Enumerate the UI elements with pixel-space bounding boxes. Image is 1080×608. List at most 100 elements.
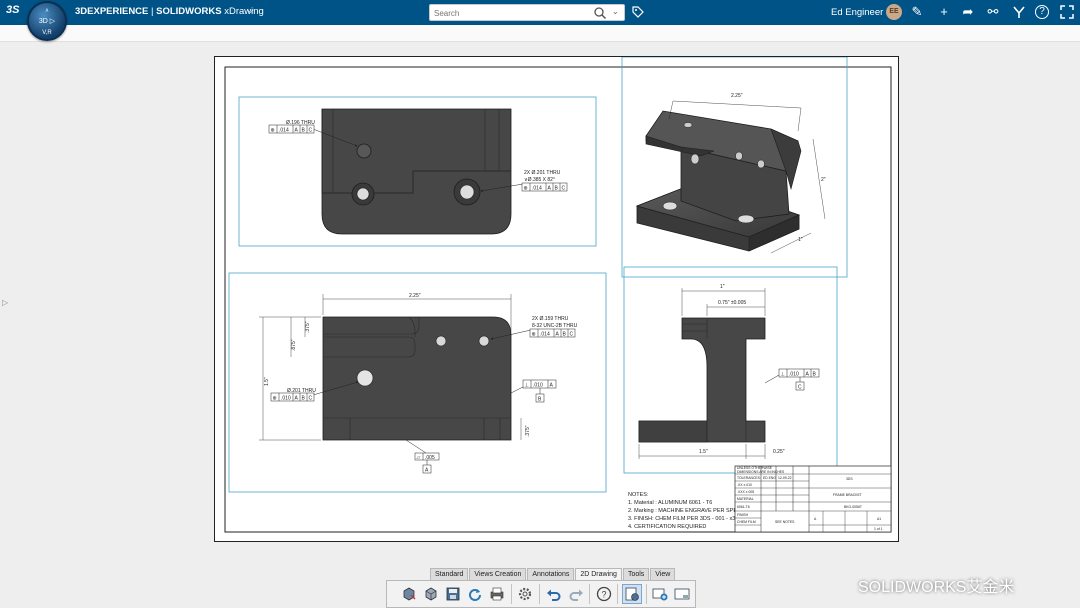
part-button[interactable] <box>421 584 440 604</box>
search-dropdown-icon[interactable]: ⌄ <box>612 7 619 16</box>
fcf-tolerance: .010 <box>533 383 543 389</box>
compass-center: 3D ▷ <box>38 18 56 25</box>
note-item: 1. Material : ALUMINUM 6061 - T6 <box>628 500 712 506</box>
fullscreen-icon[interactable] <box>1059 4 1075 20</box>
dimension-text[interactable]: 2.25" <box>409 293 421 299</box>
network-icon[interactable]: ⚯ <box>985 4 1001 20</box>
feature-control-frame[interactable]: ▱ .005 <box>414 452 440 461</box>
dimension-text[interactable]: 1" <box>720 284 725 290</box>
refresh-icon <box>469 589 482 601</box>
tb-dwg-no: BKG-0056T <box>844 505 862 509</box>
save-button[interactable] <box>443 584 462 604</box>
tab-views-creation[interactable]: Views Creation <box>469 568 527 580</box>
share-icon[interactable]: ➦ <box>960 4 976 20</box>
feature-control-frame[interactable]: ⊕ .014 A B C <box>268 124 315 134</box>
tb-cell: CHEM FILM <box>737 520 756 524</box>
drawing-canvas[interactable]: Ø.196 THRU ⊕ .014 A B C 2X Ø.201 THRU ∨Ø… <box>215 57 900 543</box>
add-sheet-icon <box>652 588 668 601</box>
hole-note[interactable]: ∨Ø.385 X 82° <box>524 177 555 183</box>
fcf-tolerance: .014 <box>279 128 289 134</box>
dimension-text[interactable]: 1.5" <box>699 449 708 455</box>
settings-button[interactable] <box>516 584 535 604</box>
feature-control-frame[interactable]: ⊕ .014 A B C <box>529 328 576 338</box>
avatar[interactable]: EE <box>886 4 902 20</box>
search-input[interactable] <box>434 7 584 19</box>
help-icon: ? <box>596 586 611 602</box>
action-toolbar: Standard Views Creation Annotations 2D D… <box>386 566 696 608</box>
fcf-symbol: ⊕ <box>524 186 528 192</box>
edit-icon[interactable]: ✎ <box>909 4 925 20</box>
fcf-symbol: ⊕ <box>532 332 536 338</box>
feature-control-frame[interactable]: ⊕ .010 A B C <box>270 392 315 402</box>
fcf-tolerance: .005 <box>425 455 435 461</box>
dimension-text[interactable]: 0.75" ±0.005 <box>718 300 746 306</box>
sheet-properties-button[interactable] <box>622 584 642 604</box>
add-sheet-button[interactable] <box>651 584 670 604</box>
tab-view[interactable]: View <box>650 568 676 580</box>
hole-note[interactable]: 2X Ø.159 THRU <box>532 316 569 322</box>
compass-widget[interactable]: ∧ 3D ▷ V,R <box>27 1 67 41</box>
dimension-text[interactable]: 2" <box>821 177 826 183</box>
datum-label[interactable]: C <box>798 385 802 391</box>
notes-heading: NOTES: <box>628 492 649 498</box>
tag-icon[interactable] <box>632 6 644 18</box>
dimension-text[interactable]: 1" <box>798 237 803 243</box>
sheet-format-button[interactable] <box>673 584 692 604</box>
rebuild-button[interactable] <box>466 584 485 604</box>
tab-tools[interactable]: Tools <box>622 568 650 580</box>
front-view-part[interactable] <box>322 316 512 441</box>
help-icon[interactable]: ? <box>1035 5 1049 19</box>
search-box[interactable]: ⌄ <box>429 4 625 21</box>
toolbar-divider <box>589 584 591 604</box>
drawing-sheet[interactable]: Ø.196 THRU ⊕ .014 A B C 2X Ø.201 THRU ∨Ø… <box>214 56 899 542</box>
svg-text:?: ? <box>601 590 606 600</box>
product-name: SOLIDWORKS <box>156 6 222 17</box>
iso-view-part[interactable] <box>635 110 802 252</box>
save-icon <box>446 587 460 601</box>
dassault-logo[interactable]: 3S <box>6 4 19 16</box>
feature-control-frame[interactable]: ⊥ .010 A B <box>778 368 820 378</box>
tools-icon[interactable] <box>1011 4 1027 20</box>
search-icon[interactable] <box>593 6 607 20</box>
app-title[interactable]: 3DEXPERIENCE | SOLIDWORKS xDrawing <box>75 6 264 17</box>
general-notes[interactable]: NOTES: 1. Material : ALUMINUM 6061 - T6 … <box>628 492 741 530</box>
help-button[interactable]: ? <box>594 584 613 604</box>
hole-note[interactable]: 2X Ø.201 THRU <box>524 170 561 176</box>
add-icon[interactable]: + <box>936 4 952 20</box>
tab-standard[interactable]: Standard <box>430 568 469 580</box>
brand-name: 3DEXPERIENCE <box>75 6 149 17</box>
feature-control-frame[interactable]: ⊥ .010 A <box>522 379 557 389</box>
dimension-text[interactable]: 2.25" <box>731 93 743 99</box>
drawing-icon <box>403 587 416 601</box>
top-bar: 3S 3DEXPERIENCE | SOLIDWORKS xDrawing ⌵ … <box>0 0 1080 25</box>
undo-button[interactable] <box>544 584 563 604</box>
tab-annotations[interactable]: Annotations <box>527 568 575 580</box>
redo-button[interactable] <box>566 584 585 604</box>
dimension-text[interactable]: 1.5" <box>264 377 270 386</box>
tb-cell: FINISH <box>737 513 749 517</box>
new-drawing-button[interactable] <box>399 584 418 604</box>
dimension-text[interactable]: .875" <box>291 339 297 351</box>
feature-control-frame[interactable]: ⊕ .014 A B C <box>521 182 568 192</box>
hole-note[interactable]: 8-32 UNC-2B THRU <box>532 323 578 329</box>
expand-panel-icon[interactable]: ▷ <box>2 298 8 307</box>
print-button[interactable] <box>488 584 507 604</box>
toolbar-tabs: Standard Views Creation Annotations 2D D… <box>430 568 676 580</box>
tb-cell: .XX ±.010 <box>737 483 752 487</box>
title-block[interactable]: UNLESS OTHERWISE DIMENSIONS ARE IN INCHE… <box>734 465 892 533</box>
tb-drawn: ED ENG <box>763 476 776 480</box>
dimension-text[interactable]: .375" <box>305 321 311 333</box>
action-bar <box>0 25 1080 42</box>
chevron-down-icon[interactable]: ⌵ <box>247 5 254 16</box>
tab-2d-drawing[interactable]: 2D Drawing <box>575 568 622 580</box>
watermark-text: SOLIDWORKS艾金米 <box>858 579 1015 596</box>
dimension-text[interactable]: 0.25" <box>773 449 785 455</box>
user-name[interactable]: Ed Engineer <box>831 7 883 18</box>
title-separator: | <box>148 6 157 17</box>
dimension-text[interactable]: .375" <box>525 425 531 437</box>
fcf-datum: C <box>309 396 313 402</box>
top-view-part[interactable] <box>321 108 512 235</box>
print-icon <box>490 587 504 601</box>
sheet-gear-icon <box>625 587 639 601</box>
side-view-part[interactable] <box>638 317 766 443</box>
